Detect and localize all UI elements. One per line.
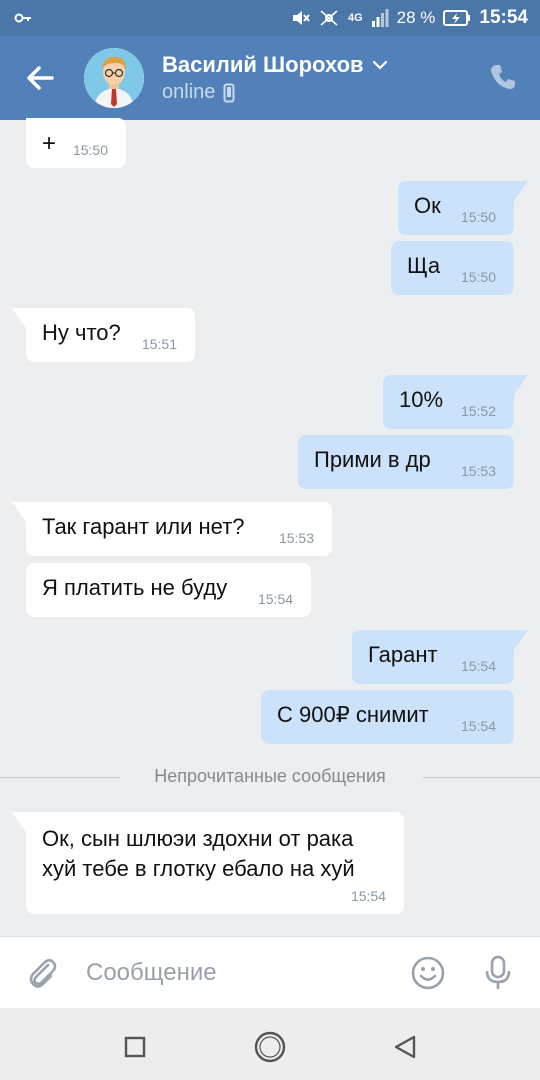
message-time: 15:54 bbox=[460, 658, 496, 674]
message-text: С 900₽ снимит bbox=[277, 702, 429, 727]
message-time: 15:50 bbox=[460, 209, 496, 225]
message-text: Ок, сын шлюэи здохни от рака хуй тебе в … bbox=[42, 826, 355, 881]
message-bubble-incoming[interactable]: Ну что? 15:51 bbox=[12, 308, 195, 362]
message-bubble-outgoing[interactable]: Ок 15:50 bbox=[398, 181, 528, 235]
contact-name[interactable]: Василий Шорохов bbox=[162, 52, 388, 78]
message-time: 15:52 bbox=[460, 403, 496, 419]
message-text: Ок bbox=[414, 193, 441, 218]
paperclip-icon[interactable] bbox=[24, 955, 60, 991]
message-text: + bbox=[42, 130, 57, 157]
recent-apps-icon[interactable] bbox=[118, 1030, 152, 1064]
message-time: 15:54 bbox=[350, 888, 386, 904]
message-composer: Сообщение bbox=[0, 936, 540, 1008]
message-text: 10% bbox=[399, 387, 444, 412]
signal-icon bbox=[371, 9, 389, 27]
unread-divider: Непрочитанные сообщения bbox=[0, 764, 540, 790]
message-time: 15:54 bbox=[257, 591, 293, 607]
clock: 15:54 bbox=[479, 7, 528, 28]
microphone-icon[interactable] bbox=[482, 955, 514, 991]
message-time: 15:53 bbox=[460, 463, 496, 479]
message-time: 15:50 bbox=[460, 269, 496, 285]
network-type: 4G bbox=[347, 12, 363, 24]
message-bubble-incoming[interactable]: + 15:50 bbox=[26, 118, 126, 168]
avatar[interactable] bbox=[84, 48, 144, 108]
phone-call-icon[interactable] bbox=[488, 62, 518, 92]
battery-charging-icon bbox=[443, 10, 471, 26]
message-time: 15:53 bbox=[278, 530, 314, 546]
divider-line bbox=[423, 777, 540, 778]
emoji-icon[interactable] bbox=[410, 955, 446, 991]
message-bubble-incoming[interactable]: Ок, сын шлюэи здохни от рака хуй тебе в … bbox=[12, 812, 404, 914]
message-text: Ща bbox=[407, 253, 441, 278]
message-bubble-outgoing[interactable]: С 900₽ снимит 15:54 bbox=[261, 690, 514, 744]
avatar-image bbox=[84, 48, 144, 108]
back-arrow-icon[interactable] bbox=[22, 60, 58, 96]
message-time: 15:50 bbox=[72, 142, 108, 158]
message-bubble-outgoing[interactable]: Гарант 15:54 bbox=[352, 630, 528, 684]
battery-percent: 28 % bbox=[396, 8, 436, 27]
message-bubble-outgoing[interactable]: 10% 15:52 bbox=[383, 375, 528, 429]
message-text: Ну что? bbox=[42, 320, 121, 345]
presence-status: online bbox=[162, 81, 235, 104]
home-icon[interactable] bbox=[253, 1030, 287, 1064]
message-time: 15:51 bbox=[141, 336, 177, 352]
message-bubble-outgoing[interactable]: Ща 15:50 bbox=[391, 241, 514, 295]
back-triangle-icon[interactable] bbox=[388, 1030, 422, 1064]
message-input[interactable]: Сообщение bbox=[86, 959, 217, 987]
system-nav-bar bbox=[0, 1008, 540, 1080]
message-bubble-incoming[interactable]: Так гарант или нет? 15:53 bbox=[12, 502, 332, 556]
message-text: Прими в др bbox=[314, 447, 431, 472]
message-time: 15:54 bbox=[460, 718, 496, 734]
mute-icon bbox=[292, 11, 310, 25]
message-text: Я платить не буду bbox=[42, 575, 228, 600]
message-bubble-incoming[interactable]: Я платить не буду 15:54 bbox=[26, 563, 311, 617]
mobile-phone-icon bbox=[223, 83, 235, 102]
contact-name-label: Василий Шорохов bbox=[162, 52, 364, 77]
key-icon bbox=[14, 13, 31, 23]
status-bar: 4G 28 % 15:54 bbox=[0, 0, 540, 36]
vibrate-icon bbox=[320, 10, 338, 26]
message-text: Гарант bbox=[368, 642, 438, 667]
presence-label: online bbox=[162, 81, 216, 103]
chevron-down-icon bbox=[372, 60, 387, 70]
message-bubble-outgoing[interactable]: Прими в др 15:53 bbox=[298, 435, 514, 489]
chat-header: Василий Шорохов online bbox=[0, 36, 540, 120]
message-text: Так гарант или нет? bbox=[42, 514, 245, 539]
